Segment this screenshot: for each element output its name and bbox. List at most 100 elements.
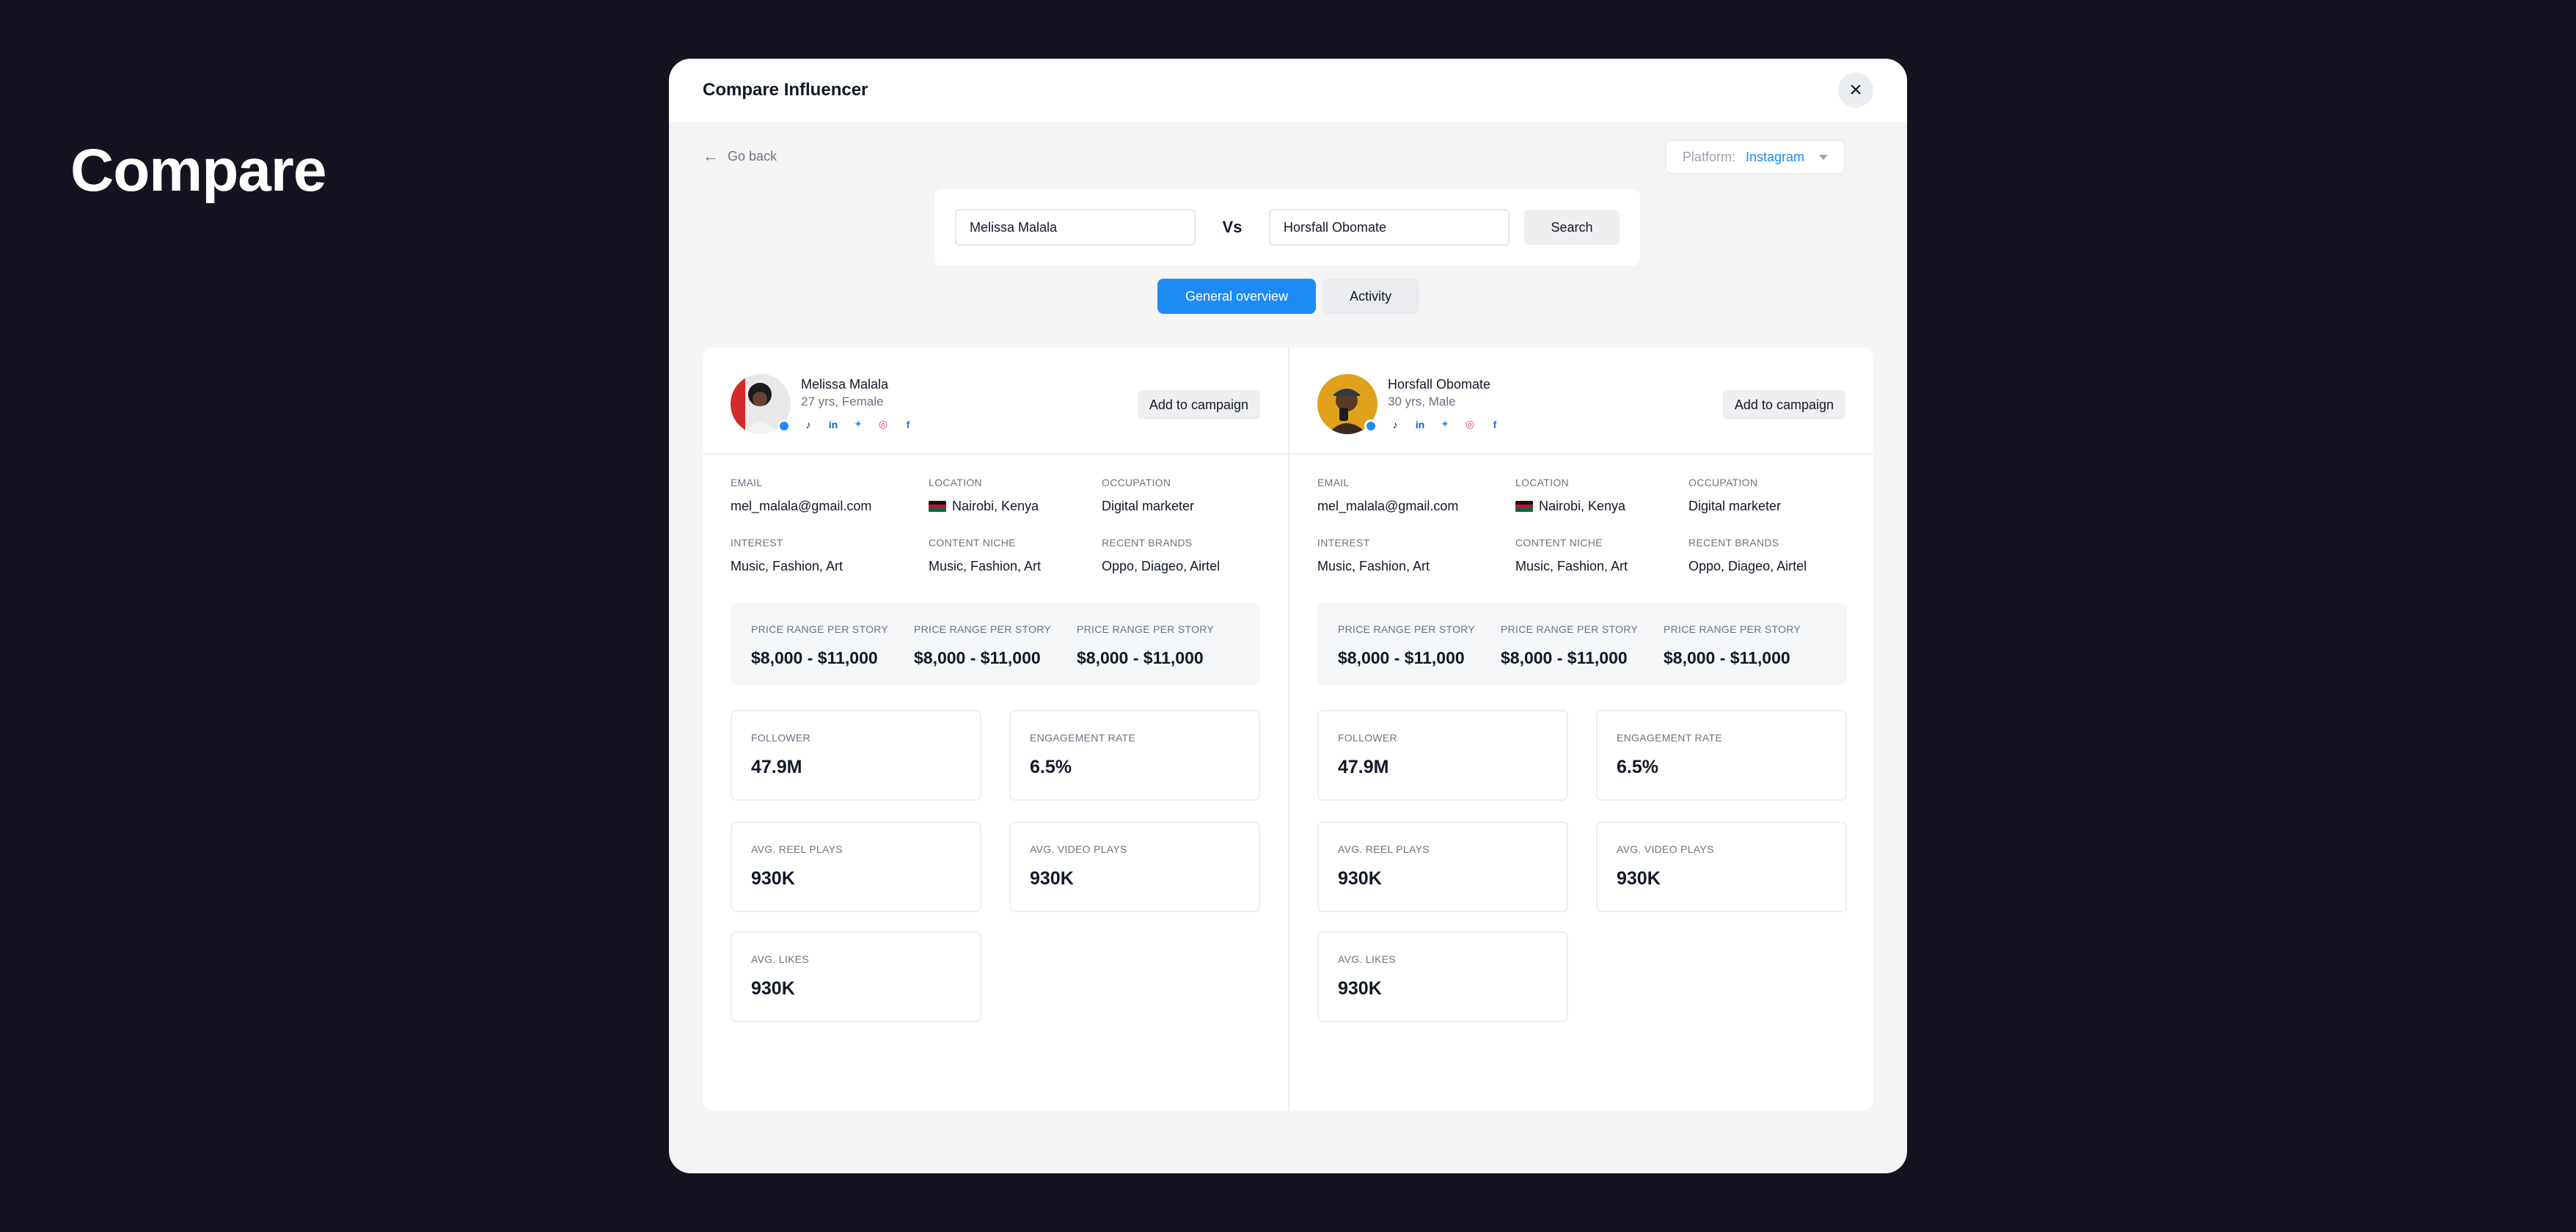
avg-video-plays-card: AVG. VIDEO PLAYS 930K <box>1596 821 1847 912</box>
recent-brands-value: Oppo, Diageo, Airtel <box>1688 559 1807 573</box>
recent-brands-value: Oppo, Diageo, Airtel <box>1102 559 1221 573</box>
close-icon[interactable]: × <box>1838 73 1873 108</box>
occupation-label: OCCUPATION <box>1102 477 1171 488</box>
modal-title: Compare Influencer <box>703 80 868 100</box>
occupation-value: Digital marketer <box>1102 499 1195 513</box>
influencer-meta: 30 yrs, Male <box>1388 395 1456 408</box>
tiktok-icon[interactable]: ♪ <box>1388 419 1402 430</box>
platform-value: Instagram <box>1745 149 1804 164</box>
linkedin-icon[interactable]: in <box>826 419 841 430</box>
interest-label: INTEREST <box>1317 537 1370 549</box>
content-niche-label: CONTENT NICHE <box>929 537 1016 549</box>
avg-reel-plays-value: 930K <box>1338 868 1382 889</box>
location-value: Nairobi, Kenya <box>1539 499 1626 513</box>
price-range-box: PRICE RANGE PER STORY $8,000 - $11,000 P… <box>731 603 1260 685</box>
kenya-flag-icon <box>1515 500 1533 513</box>
location-value: Nairobi, Kenya <box>952 499 1039 513</box>
price-range-value: $8,000 - $11,000 <box>1077 648 1204 667</box>
price-range-label: PRICE RANGE PER STORY <box>1338 623 1476 635</box>
compare-modal: Compare Influencer × ← Go back Platform:… <box>669 59 1907 1173</box>
influencer-column-right: Horsfall Obomate 30 yrs, Male ♪ in ✦ ◎ f… <box>1288 348 1873 1110</box>
follower-label: FOLLOWER <box>1338 732 1397 744</box>
engagement-rate-card: ENGAGEMENT RATE 6.5% <box>1596 710 1847 801</box>
social-links: ♪ in ✦ ◎ f <box>801 418 915 430</box>
email-value: mel_malala@gmail.com <box>1317 499 1459 513</box>
content-niche-value: Music, Fashion, Art <box>929 559 1042 573</box>
avg-video-plays-card: AVG. VIDEO PLAYS 930K <box>1009 821 1260 912</box>
avg-likes-label: AVG. LIKES <box>1338 953 1396 965</box>
linkedin-icon[interactable]: in <box>1413 419 1427 430</box>
avg-reel-plays-value: 930K <box>751 868 795 889</box>
price-range-label: PRICE RANGE PER STORY <box>1077 623 1215 635</box>
kenya-flag-icon <box>929 500 946 513</box>
avg-reel-plays-label: AVG. REEL PLAYS <box>751 843 843 855</box>
price-range-label: PRICE RANGE PER STORY <box>914 623 1052 635</box>
influencer-column-left: Melissa Malala 27 yrs, Female ♪ in ✦ ◎ f… <box>703 348 1288 1110</box>
avg-likes-value: 930K <box>1338 978 1382 999</box>
compare-search-bar: Vs Search <box>934 189 1640 265</box>
instagram-icon[interactable]: ◎ <box>1463 418 1477 430</box>
add-to-campaign-button[interactable]: Add to campaign <box>1137 390 1260 419</box>
avg-video-plays-value: 930K <box>1030 868 1074 889</box>
profile-header: Horsfall Obomate 30 yrs, Male ♪ in ✦ ◎ f… <box>1289 348 1873 455</box>
avg-reel-plays-card: AVG. REEL PLAYS 930K <box>731 821 981 912</box>
engagement-rate-value: 6.5% <box>1030 757 1072 777</box>
avg-likes-value: 930K <box>751 978 795 999</box>
avg-likes-card: AVG. LIKES 930K <box>731 931 981 1022</box>
influencer-meta: 27 yrs, Female <box>801 395 884 408</box>
search-button[interactable]: Search <box>1524 210 1620 245</box>
influencer-a-input[interactable] <box>955 209 1196 246</box>
page-heading: Compare <box>70 137 326 204</box>
facebook-icon[interactable]: f <box>1488 419 1502 430</box>
info-grid: EMAIL mel_malala@gmail.com LOCATION Nair… <box>731 477 1260 597</box>
follower-card: FOLLOWER 47.9M <box>731 710 981 801</box>
avg-likes-card: AVG. LIKES 930K <box>1317 931 1568 1022</box>
follower-value: 47.9M <box>751 757 802 777</box>
go-back-label: Go back <box>728 148 777 164</box>
twitter-icon[interactable]: ✦ <box>1438 418 1452 430</box>
follower-label: FOLLOWER <box>751 732 811 744</box>
avg-reel-plays-card: AVG. REEL PLAYS 930K <box>1317 821 1568 912</box>
price-range-value: $8,000 - $11,000 <box>1501 648 1628 667</box>
avg-video-plays-label: AVG. VIDEO PLAYS <box>1617 843 1714 855</box>
avg-video-plays-value: 930K <box>1617 868 1661 889</box>
influencer-b-input[interactable] <box>1269 209 1510 246</box>
influencer-name: Horsfall Obomate <box>1388 377 1491 392</box>
tiktok-icon[interactable]: ♪ <box>801 419 816 430</box>
info-grid: EMAIL mel_malala@gmail.com LOCATION Nair… <box>1317 477 1847 597</box>
content-niche-value: Music, Fashion, Art <box>1515 559 1628 573</box>
price-range-label: PRICE RANGE PER STORY <box>1501 623 1639 635</box>
add-to-campaign-button[interactable]: Add to campaign <box>1722 390 1845 419</box>
platform-label: Platform: <box>1682 149 1735 164</box>
follower-value: 47.9M <box>1338 757 1389 777</box>
tab-activity[interactable]: Activity <box>1322 279 1420 314</box>
avg-video-plays-label: AVG. VIDEO PLAYS <box>1030 843 1127 855</box>
price-range-label: PRICE RANGE PER STORY <box>751 623 889 635</box>
platform-dropdown[interactable]: Platform: Instagram <box>1664 139 1845 175</box>
twitter-icon[interactable]: ✦ <box>851 418 866 430</box>
modal-header: Compare Influencer × <box>669 59 1907 122</box>
profile-header: Melissa Malala 27 yrs, Female ♪ in ✦ ◎ f… <box>703 348 1288 455</box>
facebook-icon[interactable]: f <box>901 419 915 430</box>
price-range-value: $8,000 - $11,000 <box>1664 648 1790 667</box>
chevron-down-icon <box>1819 154 1828 160</box>
vs-label: Vs <box>1222 218 1243 236</box>
verified-badge-icon <box>1364 419 1377 433</box>
engagement-rate-label: ENGAGEMENT RATE <box>1617 732 1723 744</box>
tab-general-overview[interactable]: General overview <box>1157 279 1317 314</box>
social-links: ♪ in ✦ ◎ f <box>1388 418 1502 430</box>
engagement-rate-value: 6.5% <box>1617 757 1658 777</box>
avg-reel-plays-label: AVG. REEL PLAYS <box>1338 843 1430 855</box>
verified-badge-icon <box>777 419 791 433</box>
recent-brands-label: RECENT BRANDS <box>1102 537 1193 549</box>
location-label: LOCATION <box>1515 477 1569 488</box>
email-value: mel_malala@gmail.com <box>731 499 872 513</box>
go-back-link[interactable]: ← Go back <box>703 147 777 166</box>
interest-label: INTEREST <box>731 537 783 549</box>
email-label: EMAIL <box>1317 477 1350 488</box>
interest-value: Music, Fashion, Art <box>1317 559 1430 573</box>
instagram-icon[interactable]: ◎ <box>876 418 890 430</box>
price-range-box: PRICE RANGE PER STORY $8,000 - $11,000 P… <box>1317 603 1847 685</box>
tab-bar: General overview Activity <box>1157 279 1420 314</box>
location-label: LOCATION <box>929 477 982 488</box>
